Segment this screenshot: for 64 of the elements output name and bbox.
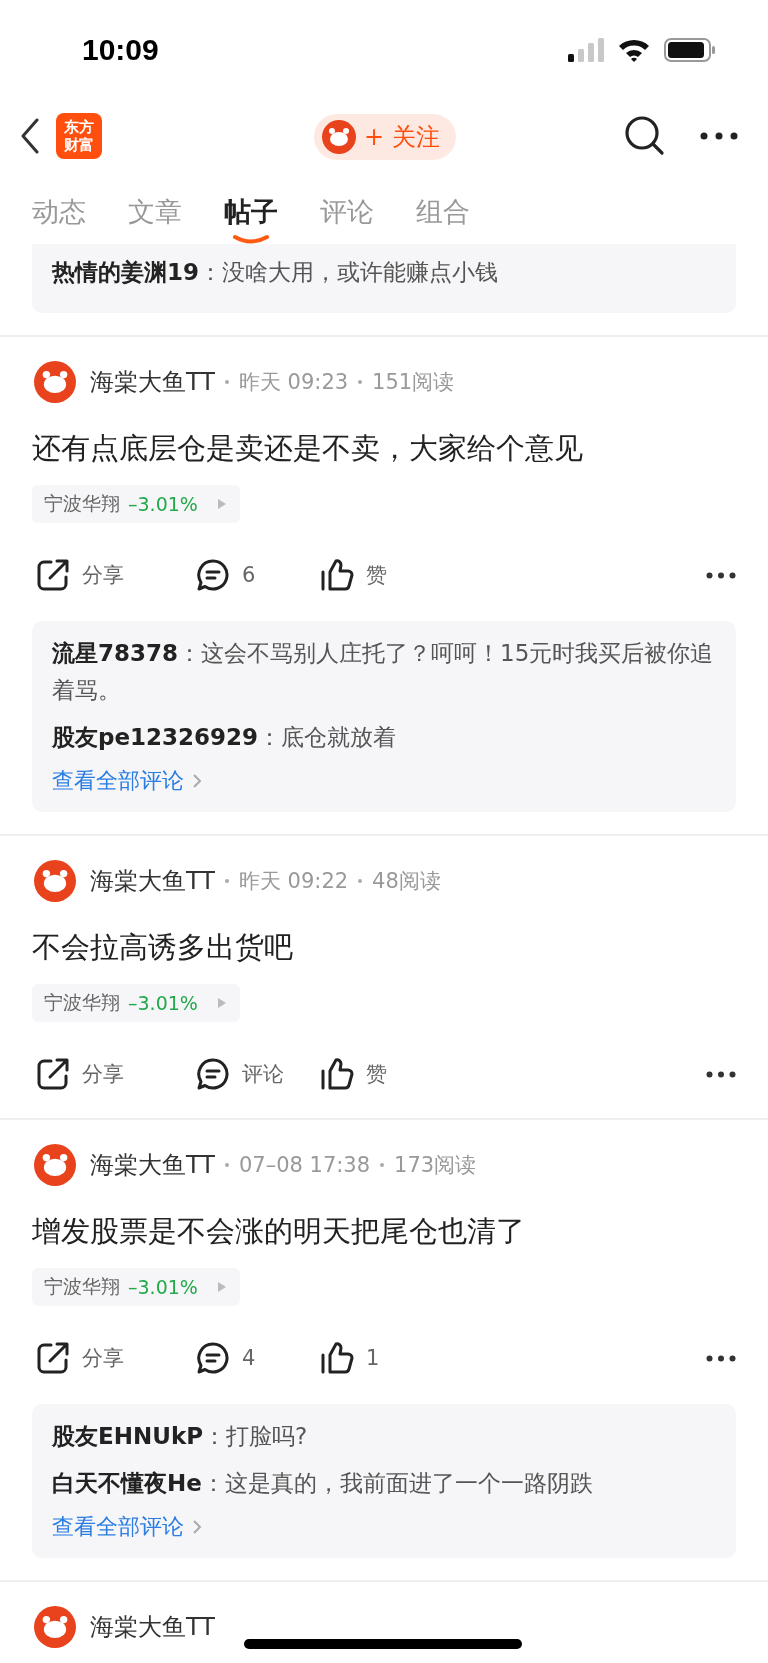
more-icon[interactable] [700, 132, 738, 140]
avatar-icon [34, 1606, 76, 1648]
more-icon[interactable] [706, 571, 736, 579]
post-time: 昨天 09:22 [238, 868, 349, 895]
comment-text: 热情的姜渊19：没啥大用，或许能赚点小钱 [52, 258, 499, 287]
share-icon [36, 1341, 70, 1375]
read-count: 151阅读 [372, 369, 455, 396]
comment-icon [196, 1341, 230, 1375]
more-icon[interactable] [706, 1070, 736, 1078]
share-icon [36, 558, 70, 592]
post-time: 07–08 17:38 [238, 1153, 371, 1177]
post-title[interactable]: 还有点底层仓是卖还是不卖，大家给个意见 [0, 403, 768, 469]
thumbs-up-icon [320, 558, 354, 592]
avatar-icon [322, 120, 356, 154]
comment-icon [196, 558, 230, 592]
author-name[interactable]: 海棠大鱼TT [90, 865, 215, 897]
tab-underline [233, 234, 269, 244]
back-icon[interactable] [20, 118, 40, 154]
avatar-icon [34, 860, 76, 902]
stock-tag[interactable]: 宁波华翔 –3.01% [32, 1268, 240, 1306]
chevron-right-icon [192, 1519, 202, 1535]
post-title[interactable]: 不会拉高诱多出货吧 [0, 902, 768, 968]
comment-text: 白天不懂夜He：这是真的，我前面进了一个一路阴跌 [52, 1469, 594, 1498]
comment-text: 流星78378：这会不骂别人庄托了？呵呵！15元时我买后被你追着骂。 [52, 639, 715, 705]
triangle-icon [217, 499, 226, 509]
comment-button[interactable]: 6 [196, 558, 320, 592]
comment-button[interactable]: 评论 [196, 1057, 320, 1091]
comment-button[interactable]: 4 [196, 1341, 320, 1375]
comment-icon [196, 1057, 230, 1091]
avatar-icon [34, 1144, 76, 1186]
share-button[interactable]: 分享 [36, 1057, 196, 1091]
triangle-icon [217, 998, 226, 1008]
view-all-comments-link[interactable]: 查看全部评论 [52, 766, 202, 796]
comment-text: 股友pe12326929：底仓就放着 [52, 723, 398, 752]
share-button[interactable]: 分享 [36, 1341, 196, 1375]
author-name[interactable]: 海棠大鱼TT [90, 1149, 215, 1181]
share-icon [36, 1057, 70, 1091]
read-count: 48阅读 [372, 868, 441, 895]
tab[interactable]: 帖子 [224, 194, 278, 230]
battery-icon [664, 38, 716, 62]
search-icon[interactable] [624, 115, 666, 157]
post-time: 昨天 09:23 [238, 369, 349, 396]
stock-tag[interactable]: 宁波华翔 –3.01% [32, 485, 240, 523]
comment-text: 股友EHNUkP：打脸吗? [52, 1422, 309, 1451]
thumbs-up-icon [320, 1057, 354, 1091]
like-button[interactable]: 赞 [320, 558, 387, 592]
status-time: 10:09 [82, 33, 159, 67]
post-title[interactable]: 增发股票是不会涨的明天把尾仓也清了 [0, 1186, 768, 1252]
author-name[interactable]: 海棠大鱼TT [90, 366, 215, 398]
chevron-right-icon [192, 773, 202, 789]
like-button[interactable]: 赞 [320, 1057, 387, 1091]
avatar-icon [34, 361, 76, 403]
stock-tag[interactable]: 宁波华翔 –3.01% [32, 984, 240, 1022]
like-button[interactable]: 1 [320, 1341, 380, 1375]
wifi-icon [618, 38, 650, 62]
triangle-icon [217, 1282, 226, 1292]
view-all-comments-link[interactable]: 查看全部评论 [52, 1512, 202, 1542]
app-logo[interactable]: 东方 财富 [56, 113, 102, 159]
more-icon[interactable] [706, 1354, 736, 1362]
author-name[interactable]: 海棠大鱼TT [90, 1611, 215, 1643]
read-count: 173阅读 [394, 1152, 477, 1179]
thumbs-up-icon [320, 1341, 354, 1375]
signal-icon [568, 38, 604, 62]
share-button[interactable]: 分享 [36, 558, 196, 592]
